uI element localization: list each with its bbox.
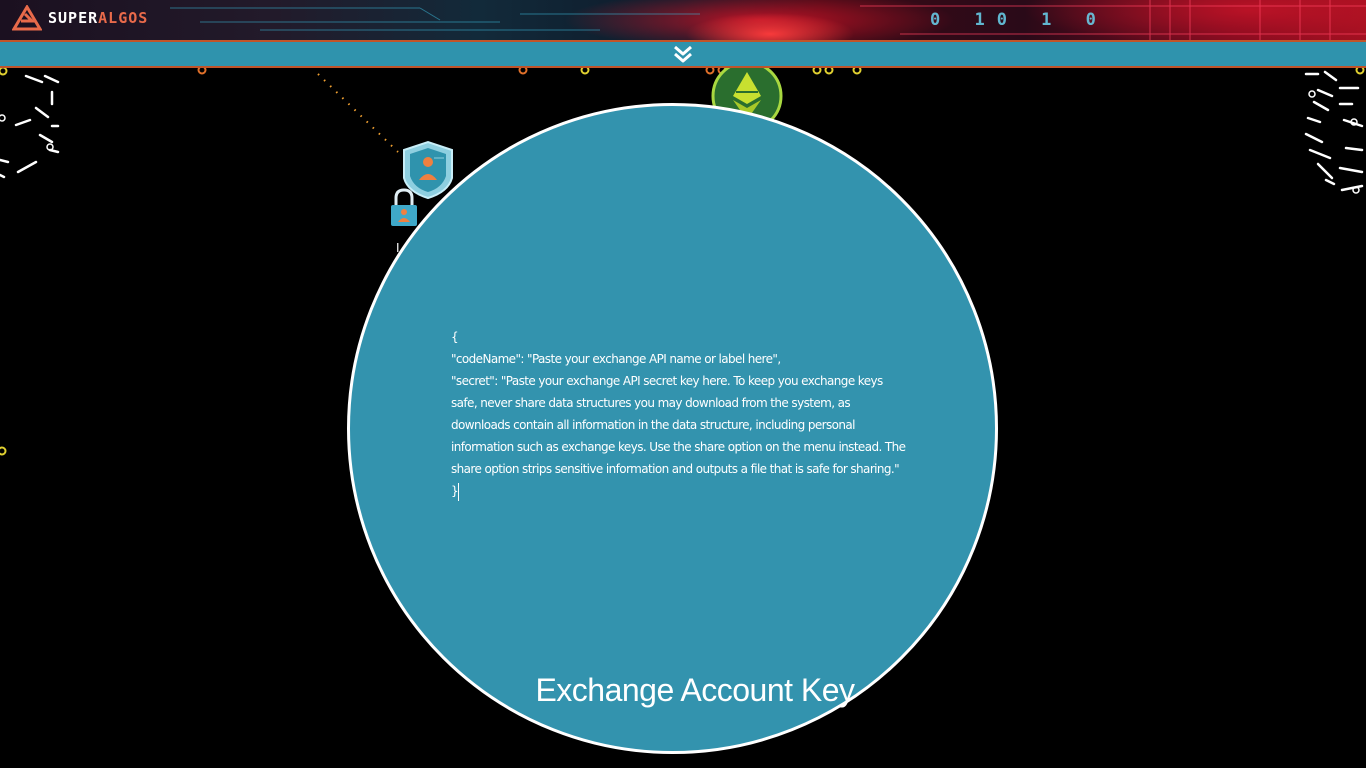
user-profile-shield-icon[interactable] xyxy=(403,140,453,200)
binary-decoration: 0 10 1 0 xyxy=(930,10,1108,30)
config-text-editor[interactable]: { "codeName": "Paste your exchange API n… xyxy=(451,326,911,502)
superalgos-logo-icon xyxy=(12,5,42,31)
text-cursor xyxy=(458,482,460,501)
logo-text-suffix: ALGOS xyxy=(98,9,149,27)
padlock-icon[interactable] xyxy=(391,188,417,226)
collapse-bar[interactable] xyxy=(0,40,1366,68)
editor-node-title: Exchange Account Key xyxy=(535,672,855,708)
designer-space[interactable]: I SUPERALGOS 0 10 1 0 {"codeName": "Pas… xyxy=(0,0,1366,768)
banner-circuit-decoration xyxy=(170,0,1366,40)
superalgos-logo[interactable]: SUPERALGOS xyxy=(12,5,148,31)
connection-line xyxy=(317,73,399,153)
right-node-cluster xyxy=(1304,70,1364,192)
config-text-content[interactable]: { "codeName": "Paste your exchange API n… xyxy=(451,330,909,498)
left-node-cluster xyxy=(0,74,60,179)
chevron-double-down-icon[interactable] xyxy=(672,45,694,63)
top-banner: SUPERALGOS 0 10 1 0 xyxy=(0,0,1366,40)
right-node-rings xyxy=(1308,90,1360,194)
logo-text-prefix: SUPER xyxy=(48,9,99,27)
logo-text: SUPERALGOS xyxy=(48,9,148,27)
